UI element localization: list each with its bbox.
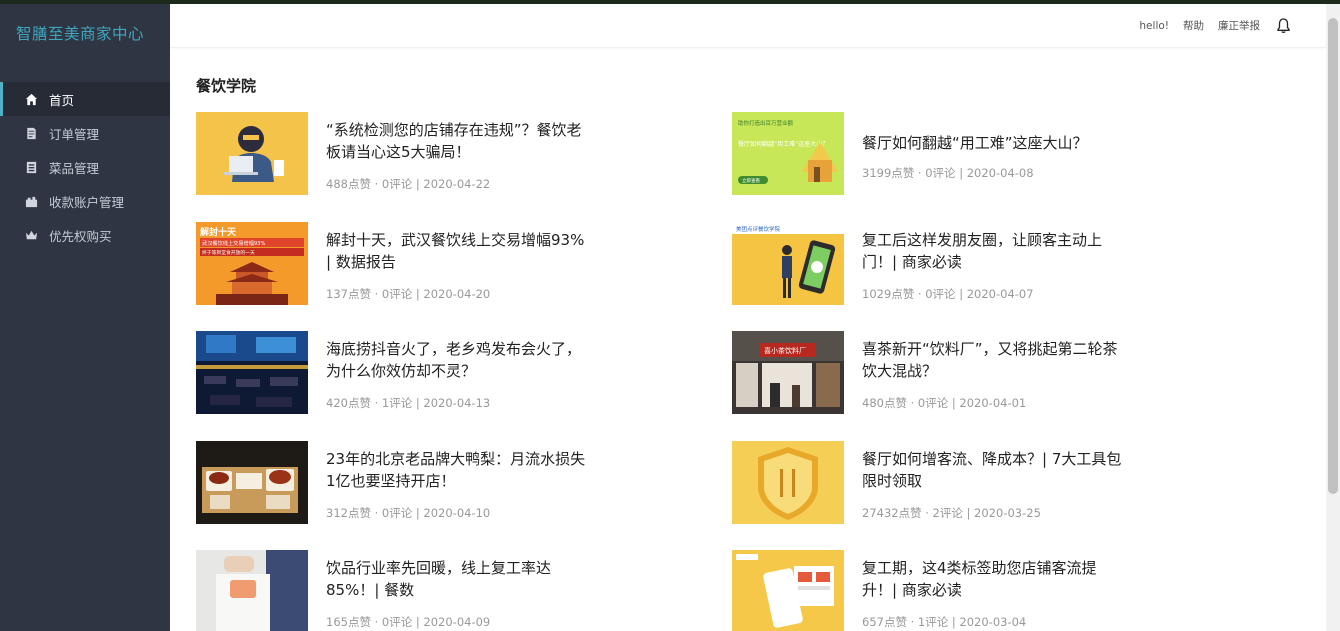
article-meta: 3199点赞 · 0评论 | 2020-04-08 [862,166,1034,180]
article-meta: 488点赞 · 0评论 | 2020-04-22 [326,177,491,191]
article-title[interactable]: 喜茶新开“饮料厂”，又将挑起第二轮茶饮大混战？ [862,338,1122,382]
article-thumbnail: 喜小茶饮料厂 [732,331,844,414]
article-title[interactable]: 复工后这样发朋友圈，让顾客主动上门！| 商家必读 [862,229,1122,273]
thumb-text: 助你打造出百万营业额 [738,119,794,127]
article-thumbnail [732,550,844,631]
thumb-text: 美团点评餐饮学院 [736,225,781,233]
sidebar-item-orders[interactable]: 订单管理 [0,116,170,150]
article-title[interactable]: 餐厅如何翻越“用工难”这座大山？ [862,132,1122,154]
article-title[interactable]: 复工期，这4类标签助您店铺客流提升！| 商家必读 [862,557,1122,601]
top-header: hello! 帮助 廉正举报 [170,4,1326,48]
thumb-text: 解封十天 [200,226,237,238]
article-card[interactable]: 解封十天 武汉餐饮线上交易增幅93% 终于等到堂食开放的一天 解封十天，武汉餐饮线上… [196,222,636,306]
thumb-text: 武汉餐饮线上交易增幅93% [202,239,265,247]
sidebar-item-label: 订单管理 [49,126,100,142]
article-card[interactable]: 23年的北京老品牌大鸭梨：月流水损失1亿也要坚持开店！ 312点赞 · 0评论 … [196,441,636,525]
article-card[interactable]: 助你打造出百万营业额餐厅如何翻越“用工难”这座大山？ 立即查看 餐厅如何翻越“用工… [732,112,1172,196]
article-card[interactable]: “系统检测您的店铺存在违规”？餐饮老板请当心这5大骗局！ 488点赞 · 0评论… [196,112,636,196]
article-thumbnail: 助你打造出百万营业额餐厅如何翻越“用工难”这座大山？ 立即查看 [732,112,844,195]
sidebar-item-label: 菜品管理 [49,160,100,176]
article-title[interactable]: 饮品行业率先回暖，线上复工率达85%！| 餐数 [326,557,586,601]
article-card[interactable]: 饮品行业率先回暖，线上复工率达85%！| 餐数 165点赞 · 0评论 | 20… [196,550,636,631]
article-title[interactable]: 23年的北京老品牌大鸭梨：月流水损失1亿也要坚持开店！ [326,448,586,492]
sidebar-item-accounts[interactable]: 收款账户管理 [0,184,170,218]
article-thumbnail [732,441,844,524]
article-meta: 137点赞 · 0评论 | 2020-04-20 [326,287,491,301]
thumb-text: 餐厅如何翻越“用工难”这座大山？ [738,140,828,148]
sidebar-item-dishes[interactable]: 菜品管理 [0,150,170,184]
article-card[interactable]: 复工期，这4类标签助您店铺客流提升！| 商家必读 657点赞 · 1评论 | 2… [732,550,1172,631]
article-meta: 27432点赞 · 2评论 | 2020-03-25 [862,506,1041,520]
article-thumbnail [196,112,308,195]
sidebar-item-home[interactable]: 首页 [0,82,170,116]
sidebar-item-priority[interactable]: 优先权购买 [0,218,170,252]
sidebar-item-label: 首页 [49,92,75,108]
article-meta: 420点赞 · 1评论 | 2020-04-13 [326,396,491,410]
order-icon [24,126,38,140]
article-card[interactable]: 喜小茶饮料厂 喜茶新开“饮料厂”，又将挑起第二轮茶饮大混战？ 480点赞 · 0… [732,331,1172,415]
article-thumbnail: 解封十天 武汉餐饮线上交易增幅93% 终于等到堂食开放的一天 [196,222,308,305]
report-link[interactable]: 廉正举报 [1218,18,1260,33]
article-title[interactable]: 海底捞抖音火了，老乡鸡发布会火了，为什么你效仿却不灵？ [326,338,586,382]
article-meta: 657点赞 · 1评论 | 2020-03-04 [862,615,1027,629]
thumb-text: 立即查看 [742,177,760,184]
bell-icon[interactable] [1276,17,1292,34]
sidebar-menu: 首页 订单管理 菜品管理 收款账户管理 优先权购买 [0,82,170,252]
help-link[interactable]: 帮助 [1183,18,1204,33]
sidebar-item-label: 优先权购买 [49,228,112,244]
article-meta: 1029点赞 · 0评论 | 2020-04-07 [862,287,1034,301]
article-card[interactable]: 餐厅如何增客流、降成本？| 7大工具包限时领取 27432点赞 · 2评论 | … [732,441,1172,525]
article-card[interactable]: 美团点评餐饮学院 复工后这样发朋友圈，让顾客主动上门！| 商家必读 1029点赞… [732,222,1172,306]
article-thumbnail: 美团点评餐饮学院 [732,222,844,305]
dish-icon [24,160,38,174]
article-thumbnail [196,331,308,414]
main-content: hello! 帮助 廉正举报 餐饮学院 “系统检测您的店铺存在违规”？餐饮老板请… [170,4,1326,631]
article-meta: 312点赞 · 0评论 | 2020-04-10 [326,506,491,520]
brand-title[interactable]: 智膳至美商家中心 [0,4,170,62]
scrollbar-thumb[interactable] [1328,18,1338,494]
sidebar: 智膳至美商家中心 首页 订单管理 菜品管理 收款账户管理 优先权购买 [0,4,170,631]
article-title[interactable]: 解封十天，武汉餐饮线上交易增幅93% | 数据报告 [326,229,586,273]
article-meta: 480点赞 · 0评论 | 2020-04-01 [862,396,1027,410]
article-title[interactable]: “系统检测您的店铺存在违规”？餐饮老板请当心这5大骗局！ [326,119,586,163]
crown-icon [24,228,38,242]
article-thumbnail [196,441,308,524]
section-title: 餐饮学院 [196,77,257,95]
article-card[interactable]: 海底捞抖音火了，老乡鸡发布会火了，为什么你效仿却不灵？ 420点赞 · 1评论 … [196,331,636,415]
article-meta: 165点赞 · 0评论 | 2020-04-09 [326,615,491,629]
article-thumbnail [196,550,308,631]
page-scrollbar[interactable] [1326,4,1340,631]
thumb-text: 终于等到堂食开放的一天 [202,249,255,256]
article-title[interactable]: 餐厅如何增客流、降成本？| 7大工具包限时领取 [862,448,1122,492]
sidebar-item-label: 收款账户管理 [49,194,125,210]
wallet-icon [24,194,38,208]
thumb-text: 喜小茶饮料厂 [764,346,806,355]
home-icon [24,92,38,106]
hello-link[interactable]: hello! [1139,20,1169,32]
